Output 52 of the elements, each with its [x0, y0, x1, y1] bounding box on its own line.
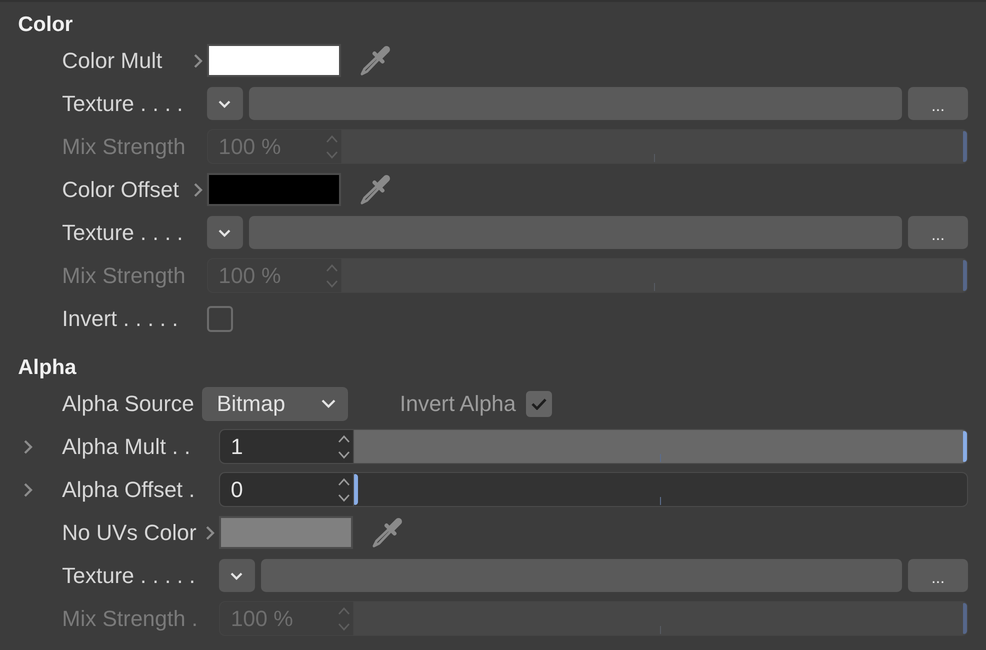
slider-tick [660, 497, 662, 505]
caret-icon [320, 399, 336, 408]
dropdown-button[interactable] [218, 559, 255, 592]
field-label: Color Offset [62, 176, 180, 202]
field-label: Alpha Source [62, 390, 196, 416]
checkbox[interactable] [526, 390, 552, 416]
chevron-right-icon[interactable] [205, 524, 216, 540]
number-field[interactable]: 1 [218, 429, 353, 464]
chevron-right-icon[interactable] [193, 52, 203, 68]
spinner-icon[interactable] [338, 434, 350, 460]
spinner-icon[interactable] [338, 476, 350, 502]
color-swatch[interactable] [218, 516, 353, 549]
texture-path-field[interactable] [260, 559, 902, 592]
color-swatch[interactable] [206, 44, 340, 77]
checkbox-label: Invert Alpha [400, 390, 516, 416]
field-label: Alpha Offset . [62, 476, 196, 502]
color-swatch[interactable] [206, 173, 340, 206]
chevron-right-icon[interactable] [23, 482, 33, 498]
browse-button[interactable]: ... [908, 216, 968, 249]
chevron-right-icon[interactable] [23, 438, 33, 454]
checkbox[interactable] [206, 306, 232, 332]
checkmark-icon [530, 398, 547, 410]
eyedropper-icon[interactable] [358, 44, 392, 78]
eyedropper-icon[interactable] [370, 516, 404, 550]
field-label: Color Mult [62, 48, 164, 74]
field-label: Texture . . . . [62, 90, 184, 116]
number-field[interactable]: 0 [218, 472, 353, 507]
section-title: Color [18, 12, 74, 38]
caret-icon [218, 100, 231, 108]
browse-button[interactable]: ... [908, 87, 968, 120]
chevron-right-icon[interactable] [193, 182, 203, 198]
section-title: Alpha [18, 355, 78, 381]
slider-handle[interactable] [354, 474, 358, 505]
texture-path-field[interactable] [248, 216, 902, 249]
field-label: Mix Strength [62, 262, 186, 288]
caret-icon [218, 228, 231, 236]
field-label: No UVs Color [62, 520, 198, 546]
slider-tick [660, 454, 662, 462]
slider-handle[interactable] [963, 431, 967, 462]
texture-path-field[interactable] [248, 87, 902, 120]
dropdown-button[interactable] [206, 216, 242, 249]
dropdown-button[interactable] [206, 87, 242, 120]
field-label: Texture . . . . [62, 220, 184, 246]
field-label: Alpha Mult . . [62, 434, 192, 460]
caret-icon [230, 572, 244, 580]
field-label: Texture . . . . . [62, 562, 196, 588]
dropdown[interactable]: Bitmap [202, 386, 348, 420]
field-label: Mix Strength . [62, 606, 199, 632]
browse-button[interactable]: ... [908, 559, 968, 592]
field-label: Mix Strength [62, 134, 186, 160]
eyedropper-icon[interactable] [358, 172, 392, 206]
field-label: Invert . . . . . [62, 306, 180, 332]
